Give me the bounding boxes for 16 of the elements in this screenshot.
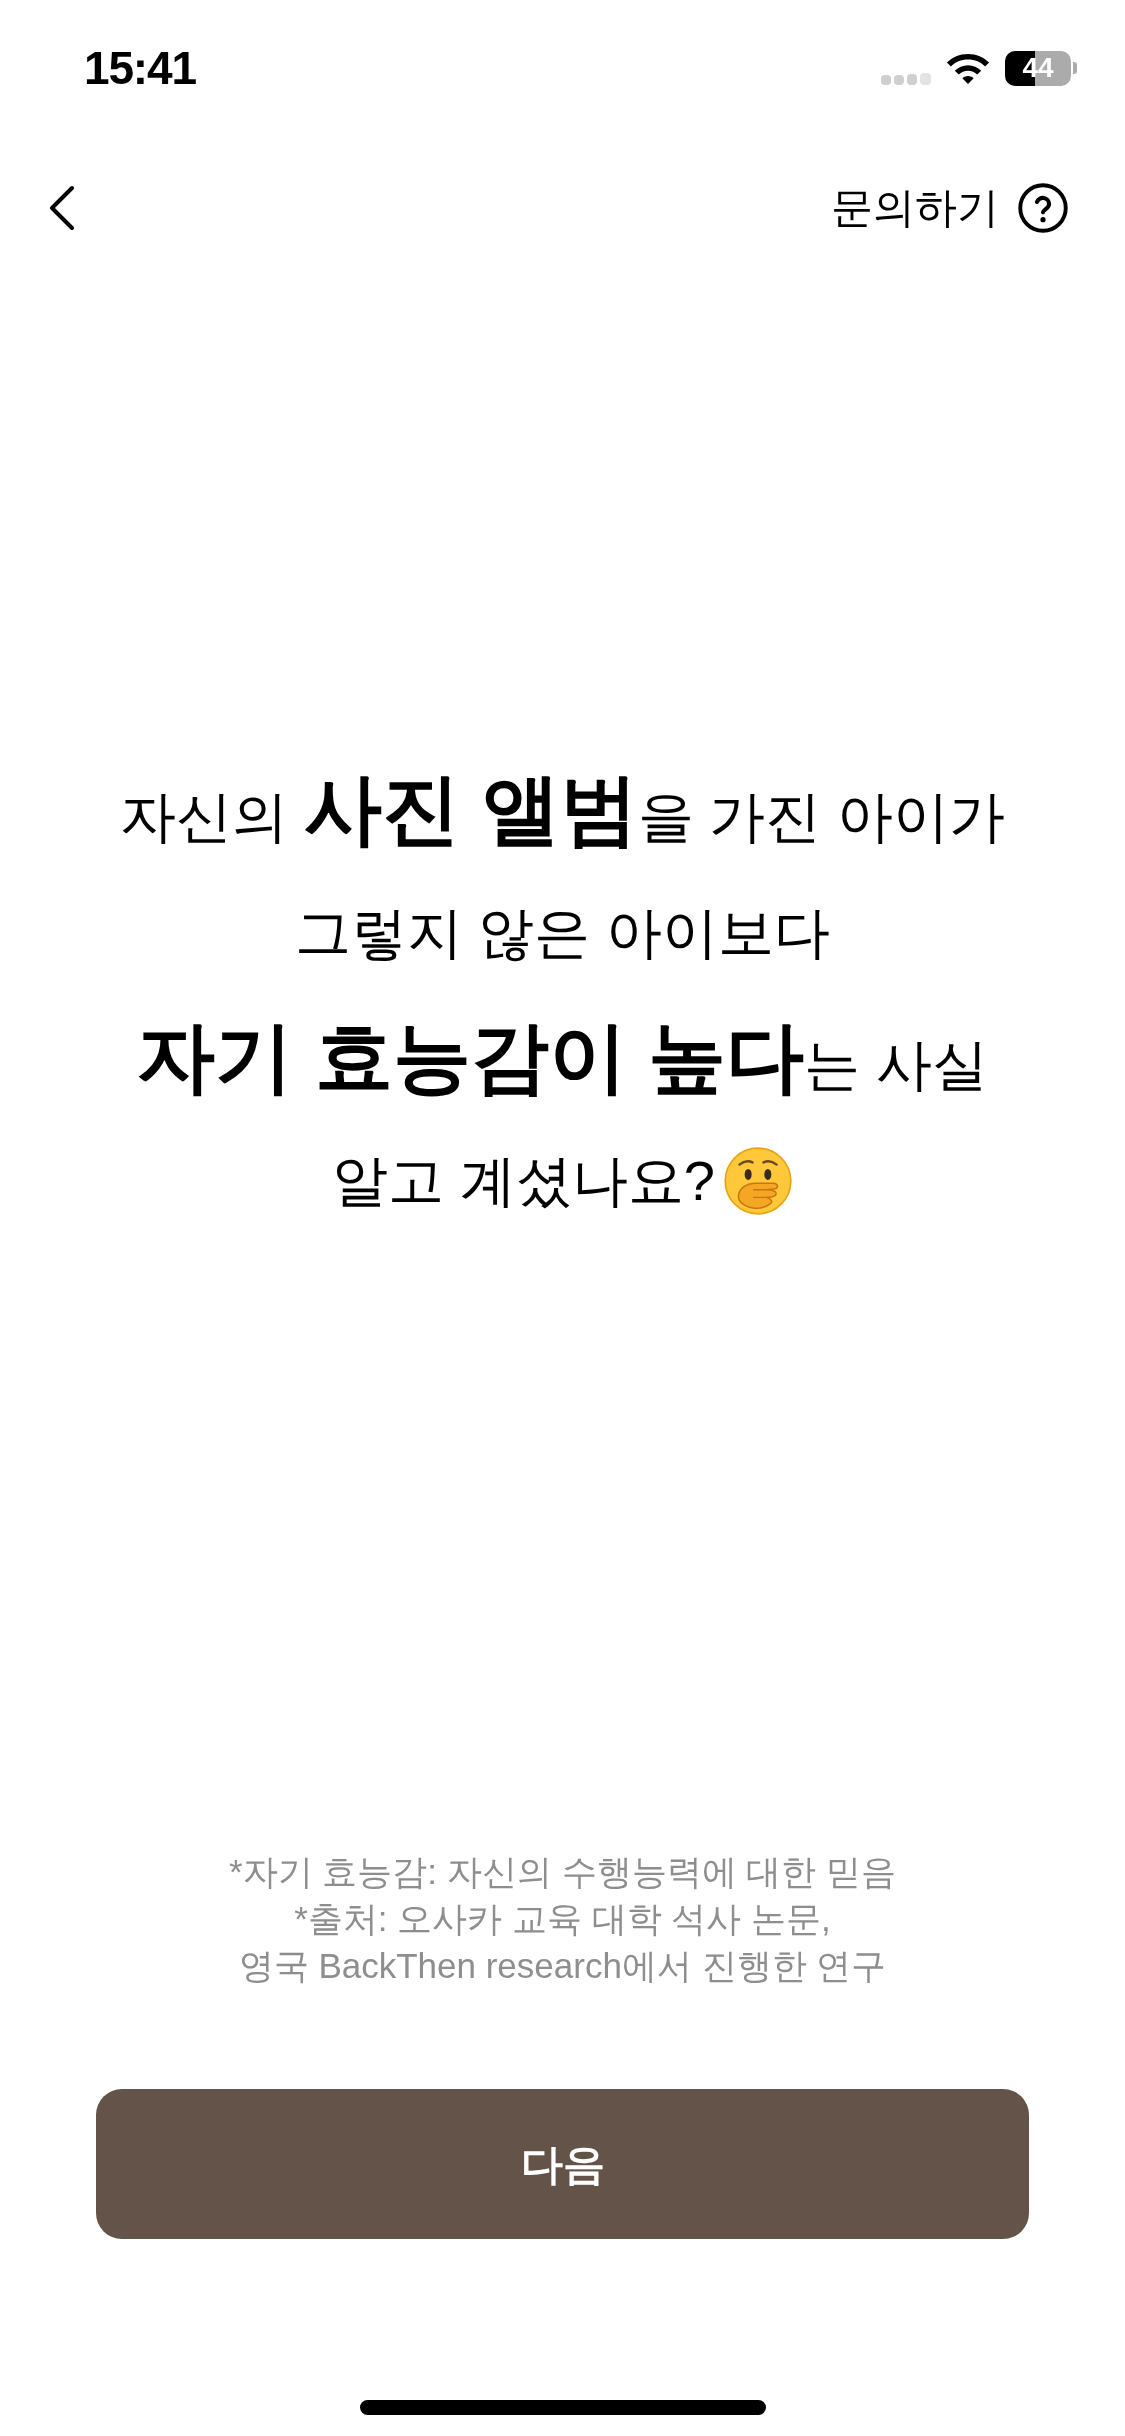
footnote-text: *출처: 오사카 교육 대학 석사 논문, bbox=[294, 1898, 831, 1940]
chevron-left-icon bbox=[48, 185, 76, 231]
wifi-icon bbox=[945, 52, 991, 84]
status-time: 15:41 bbox=[84, 45, 196, 91]
next-button[interactable]: 다음 bbox=[96, 2089, 1029, 2239]
headline-text: 자기 효능감이 높다는 사실 bbox=[137, 1018, 988, 1096]
help-button[interactable]: 문의하기 bbox=[831, 182, 1069, 234]
headline-text: 알고 계셨나요? bbox=[332, 1153, 715, 1209]
signal-icon bbox=[881, 73, 931, 85]
footnote-text: *자기 효능감: 자신의 수행능력에 대한 믿음 bbox=[229, 1851, 896, 1893]
battery-cap-icon bbox=[1073, 62, 1077, 74]
help-icon bbox=[1017, 182, 1069, 234]
headline-text: 그렇지 않은 아이보다 bbox=[294, 905, 831, 961]
headline-text: 자신의 사진 앨범을 가진 아이가 bbox=[120, 770, 1005, 848]
footnote-text: 영국 BackThen research에서 진행한 연구 bbox=[238, 1945, 887, 1987]
face-covering-mouth-emoji-icon bbox=[722, 1146, 793, 1216]
